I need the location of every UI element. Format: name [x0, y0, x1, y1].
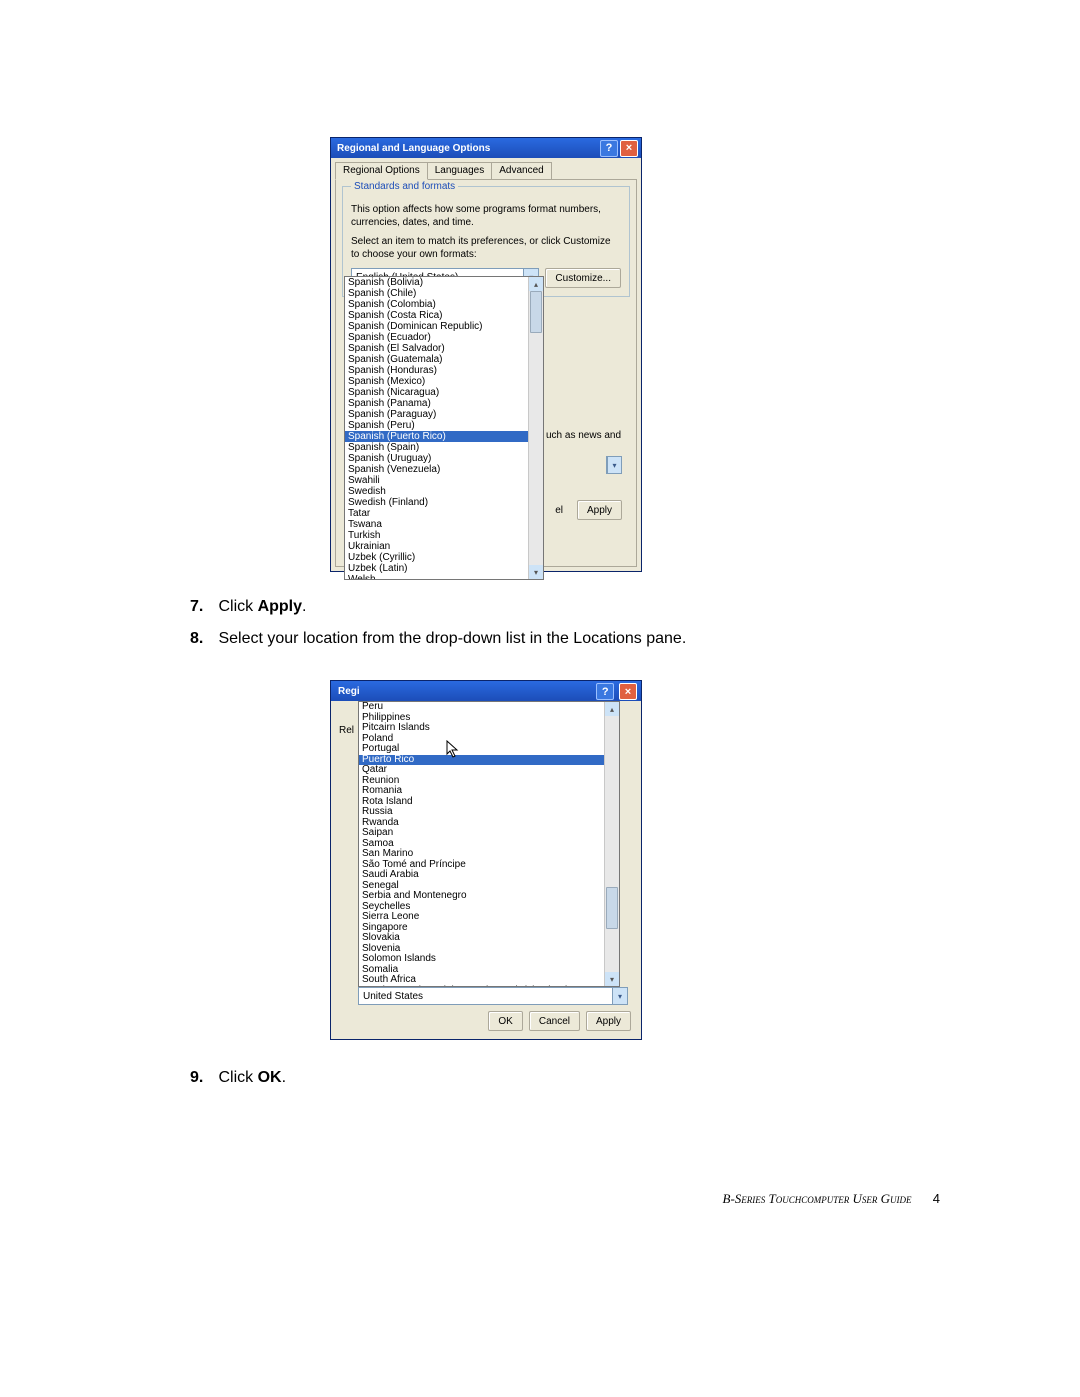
location-dropdown-list[interactable]: PeruPhilippinesPitcairn IslandsPolandPor…	[358, 701, 620, 987]
list-item[interactable]: Spanish (Panama)	[345, 398, 543, 409]
list-item[interactable]: Sierra Leone	[359, 912, 619, 923]
regional-options-dialog: Regional and Language Options ? × Region…	[330, 137, 642, 572]
list-item[interactable]: Spanish (Peru)	[345, 420, 543, 431]
list-item[interactable]: Spanish (Guatemala)	[345, 354, 543, 365]
list-item[interactable]: Tatar	[345, 508, 543, 519]
scrollbar[interactable]: ▴ ▾	[528, 277, 543, 579]
list-item[interactable]: Spanish (Ecuador)	[345, 332, 543, 343]
customize-button[interactable]: Customize...	[545, 268, 621, 288]
ok-button[interactable]: OK	[488, 1011, 522, 1031]
list-item[interactable]: South Georgia and the South Sandwich Isl…	[359, 986, 619, 988]
list-item[interactable]: Swahili	[345, 475, 543, 486]
list-item[interactable]: Portugal	[359, 744, 619, 755]
help-icon[interactable]: ?	[596, 683, 614, 700]
step-9: 9. Click OK.	[190, 1069, 286, 1087]
list-item[interactable]: Swedish (Finland)	[345, 497, 543, 508]
list-item[interactable]: Spanish (Costa Rica)	[345, 310, 543, 321]
list-item[interactable]: Spanish (Venezuela)	[345, 464, 543, 475]
rel-label-partial: Rel	[339, 725, 354, 736]
list-item[interactable]: Rota Island	[359, 797, 619, 808]
location-selected: United States	[363, 991, 423, 1002]
list-item[interactable]: Turkish	[345, 530, 543, 541]
list-item[interactable]: Puerto Rico	[359, 755, 619, 766]
chevron-down-icon[interactable]: ▾	[612, 988, 627, 1004]
list-item[interactable]: Uzbek (Latin)	[345, 563, 543, 574]
list-item[interactable]: Spanish (Nicaragua)	[345, 387, 543, 398]
list-item[interactable]: Spanish (Paraguay)	[345, 409, 543, 420]
list-item[interactable]: Spanish (Dominican Republic)	[345, 321, 543, 332]
chevron-down-icon[interactable]: ▾	[607, 457, 621, 473]
close-icon[interactable]: ×	[620, 140, 638, 157]
list-item[interactable]: Spanish (Spain)	[345, 442, 543, 453]
scroll-down-icon[interactable]: ▾	[529, 565, 543, 579]
partial-background-text: uch as news and	[546, 430, 626, 441]
list-item[interactable]: Spanish (Bolivia)	[345, 277, 543, 288]
list-item[interactable]: Spanish (Puerto Rico)	[345, 431, 543, 442]
fieldset-legend: Standards and formats	[351, 181, 458, 192]
step-7: 7. Click Apply.	[190, 594, 686, 620]
list-item[interactable]: Qatar	[359, 765, 619, 776]
list-item[interactable]: Welsh	[345, 574, 543, 580]
list-item[interactable]: Spanish (El Salvador)	[345, 343, 543, 354]
scroll-down-icon[interactable]: ▾	[605, 972, 619, 986]
dialog-title: Regional and Language Options	[337, 143, 598, 154]
list-item[interactable]: South Africa	[359, 975, 619, 986]
list-item[interactable]: Spanish (Uruguay)	[345, 453, 543, 464]
page-footer: B-Series Touchcomputer User Guide 4	[723, 1191, 941, 1207]
list-item[interactable]: Ukrainian	[345, 541, 543, 552]
apply-button[interactable]: Apply	[586, 1011, 631, 1031]
locations-dialog: Regi ? × Rel PeruPhilippinesPitcairn Isl…	[330, 680, 642, 1040]
scroll-thumb[interactable]	[530, 291, 542, 333]
format-dropdown-list[interactable]: Spanish (Bolivia)Spanish (Chile)Spanish …	[344, 276, 544, 580]
list-item[interactable]: Serbia and Montenegro	[359, 891, 619, 902]
tab-panel: Standards and formats This option affect…	[335, 179, 637, 567]
list-item[interactable]: Saipan	[359, 828, 619, 839]
scroll-up-icon[interactable]: ▴	[605, 702, 619, 716]
list-item[interactable]: Saudi Arabia	[359, 870, 619, 881]
list-item[interactable]: Russia	[359, 807, 619, 818]
list-item[interactable]: Spanish (Colombia)	[345, 299, 543, 310]
list-item[interactable]: San Marino	[359, 849, 619, 860]
titlebar[interactable]: Regional and Language Options ? ×	[331, 138, 641, 158]
list-item[interactable]: Spanish (Honduras)	[345, 365, 543, 376]
hint-text: This option affects how some programs fo…	[351, 204, 621, 229]
scroll-up-icon[interactable]: ▴	[529, 277, 543, 291]
dialog2-title-partial: Regi	[335, 681, 363, 701]
list-item[interactable]: Slovakia	[359, 933, 619, 944]
cancel-button[interactable]: Cancel	[529, 1011, 580, 1031]
cancel-partial: el	[555, 505, 563, 516]
help-icon[interactable]: ?	[600, 140, 618, 157]
tab-regional-options[interactable]: Regional Options	[335, 162, 428, 180]
tab-languages[interactable]: Languages	[427, 162, 493, 179]
close-icon[interactable]: ×	[619, 683, 637, 700]
list-item[interactable]: Solomon Islands	[359, 954, 619, 965]
hint-text-2: Select an item to match its preferences,…	[351, 236, 621, 261]
list-item[interactable]: Swedish	[345, 486, 543, 497]
list-item[interactable]: Romania	[359, 786, 619, 797]
list-item[interactable]: Spanish (Mexico)	[345, 376, 543, 387]
background-combobox[interactable]: ▾	[606, 456, 622, 474]
apply-button[interactable]: Apply	[577, 500, 622, 520]
list-item[interactable]: Peru	[359, 702, 619, 713]
list-item[interactable]: Rwanda	[359, 818, 619, 829]
scrollbar[interactable]: ▴ ▾	[604, 702, 619, 986]
scroll-thumb[interactable]	[606, 887, 618, 929]
location-combobox[interactable]: United States ▾	[358, 987, 628, 1005]
step-8: 8. Select your location from the drop-do…	[190, 626, 686, 652]
list-item[interactable]: Tswana	[345, 519, 543, 530]
list-item[interactable]: Pitcairn Islands	[359, 723, 619, 734]
list-item[interactable]: Uzbek (Cyrillic)	[345, 552, 543, 563]
footer-text: B-Series Touchcomputer User Guide	[723, 1191, 912, 1206]
instruction-steps: 7. Click Apply. 8. Select your location …	[190, 594, 686, 657]
tab-advanced[interactable]: Advanced	[491, 162, 551, 179]
list-item[interactable]: Spanish (Chile)	[345, 288, 543, 299]
page-number: 4	[933, 1191, 940, 1206]
